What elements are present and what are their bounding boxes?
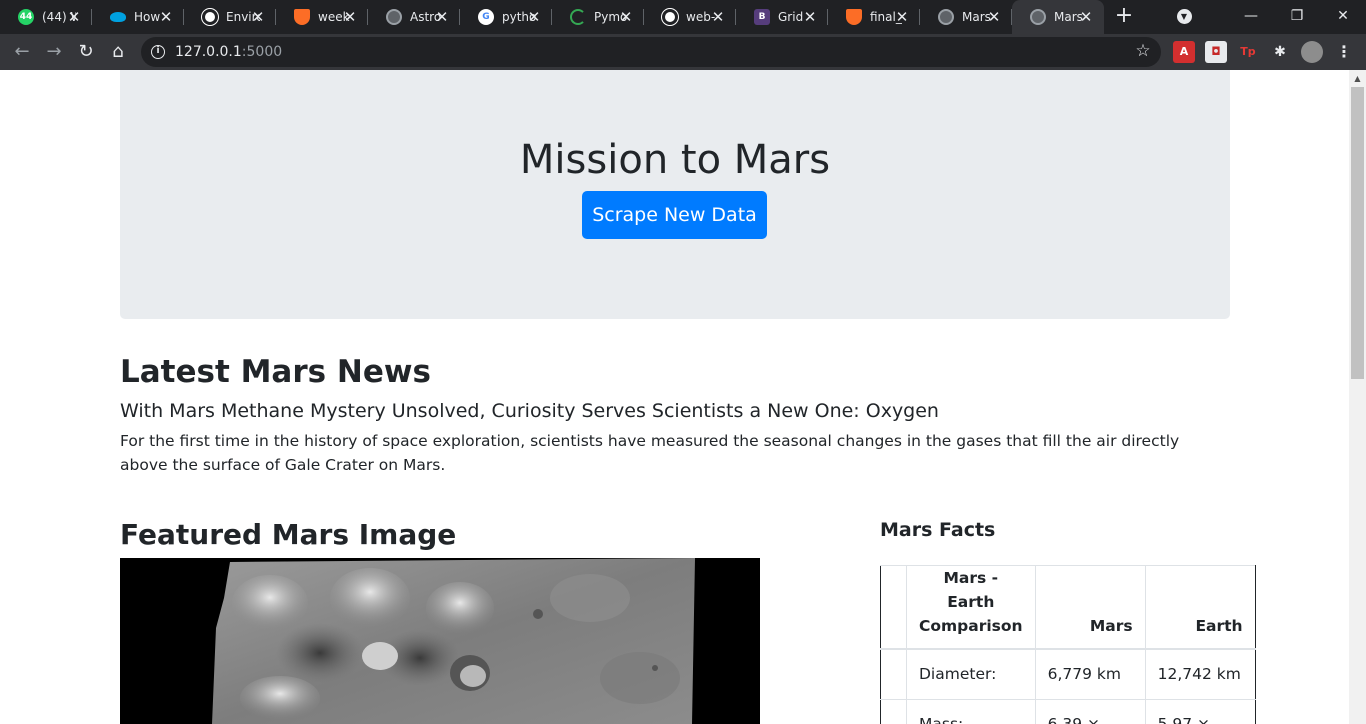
close-tab-icon[interactable]: ✕ — [986, 9, 1002, 25]
forward-button[interactable]: → — [38, 36, 70, 68]
close-tab-icon[interactable]: ✕ — [526, 9, 542, 25]
page-title: Mission to Mars — [519, 137, 831, 183]
table-row: Diameter: 6,779 km 12,742 km — [880, 648, 1256, 700]
google-icon: G — [478, 9, 494, 25]
page-scrollbar[interactable]: ▲ — [1349, 70, 1366, 724]
browser-tab[interactable]: Environment✕ — [184, 0, 276, 34]
browser-tab[interactable]: How ✕ — [92, 0, 184, 34]
tab-search-button[interactable]: ▼ — [1164, 0, 1204, 34]
scrape-new-data-button[interactable]: Scrape New Data — [582, 191, 767, 239]
cloud-icon — [110, 12, 126, 22]
url-text[interactable]: 127.0.0.1:5000 — [175, 44, 282, 60]
table-cell-mars: 6.39 × — [1034, 698, 1146, 724]
table-header-comparison: Mars - Earth Comparison — [906, 565, 1036, 650]
whatsapp-icon: 44 — [18, 9, 34, 25]
globe-icon — [1030, 9, 1046, 25]
close-tab-icon[interactable]: ✕ — [802, 9, 818, 25]
scroll-up-arrow-icon[interactable]: ▲ — [1349, 70, 1366, 87]
news-heading: Latest Mars News — [120, 354, 431, 390]
news-paragraph: For the first time in the history of spa… — [120, 432, 1180, 474]
featured-mars-image — [120, 558, 760, 724]
mars-crater-image — [212, 558, 695, 724]
gitlab-icon — [846, 9, 862, 25]
mars-facts-heading: Mars Facts — [880, 519, 996, 541]
back-button[interactable]: ← — [6, 36, 38, 68]
close-tab-icon[interactable]: ✕ — [1078, 9, 1094, 25]
menu-kebab-icon[interactable]: ⋮ — [1333, 41, 1355, 63]
table-cell-index — [880, 648, 907, 700]
table-cell-earth: 12,742 km — [1144, 648, 1256, 700]
table-header-mars: Mars — [1034, 565, 1146, 650]
browser-tab[interactable]: Pymongo✕ — [552, 0, 644, 34]
pocket-extension-icon[interactable]: ◘ — [1205, 41, 1227, 63]
globe-icon — [386, 9, 402, 25]
browser-tab[interactable]: web- ✕ — [644, 0, 736, 34]
news-title: With Mars Methane Mystery Unsolved, Curi… — [120, 400, 939, 422]
bootstrap-icon: B — [754, 9, 770, 25]
site-info-icon[interactable]: i — [151, 45, 165, 59]
table-header-earth: Earth — [1144, 565, 1256, 650]
scrollbar-thumb[interactable] — [1351, 87, 1364, 379]
reload-button[interactable]: ↻ — [70, 36, 102, 68]
table-header-index — [880, 565, 907, 650]
browser-tab-bar: 44(44) WhatsApp✕How✕Environment✕week✕Ast… — [0, 0, 1366, 34]
close-tab-icon[interactable]: ✕ — [618, 9, 634, 25]
puzzle-extensions-icon[interactable]: ✱ — [1269, 41, 1291, 63]
home-button[interactable]: ⌂ — [102, 36, 134, 68]
github-icon — [201, 8, 219, 26]
browser-tab[interactable]: 44(44) WhatsApp✕ — [0, 0, 92, 34]
window-controls: ▼ — ❐ ✕ — [1164, 0, 1366, 34]
browser-tab[interactable]: Gpython✕ — [460, 0, 552, 34]
loading-icon — [570, 9, 586, 25]
browser-tab[interactable]: B Grid ✕ — [736, 0, 828, 34]
browser-tab[interactable]: Astro ✕ — [368, 0, 460, 34]
close-tab-icon[interactable]: ✕ — [434, 9, 450, 25]
table-row: Mass: 6.39 × 5.97 × — [880, 698, 1256, 724]
table-cell-label: Mass: — [906, 698, 1036, 724]
close-tab-icon[interactable]: ✕ — [710, 9, 726, 25]
close-tab-icon[interactable]: ✕ — [342, 9, 358, 25]
browser-toolbar: ← → ↻ ⌂ i 127.0.0.1:5000 ☆ A ◘ Tp ✱ ⋮ — [0, 34, 1366, 70]
close-window-button[interactable]: ✕ — [1320, 0, 1366, 34]
minimize-button[interactable]: — — [1228, 0, 1274, 34]
mars-facts-table: Mars - Earth Comparison Mars Earth Diame… — [880, 565, 1256, 724]
url-port: :5000 — [241, 44, 283, 60]
table-cell-label: Diameter: — [906, 648, 1036, 700]
browser-tab[interactable]: final_ ✕ — [828, 0, 920, 34]
tp-extension-icon[interactable]: Tp — [1237, 41, 1259, 63]
table-cell-earth: 5.97 × — [1144, 698, 1256, 724]
browser-tab[interactable]: Mars ✕ — [1012, 0, 1104, 34]
table-cell-index — [880, 698, 907, 724]
address-bar[interactable]: i 127.0.0.1:5000 ☆ — [141, 37, 1161, 67]
bookmark-star-icon[interactable]: ☆ — [1133, 41, 1153, 61]
github-icon — [661, 8, 679, 26]
featured-image-heading: Featured Mars Image — [120, 518, 457, 551]
gitlab-icon — [294, 9, 310, 25]
new-tab-button[interactable]: + — [1104, 0, 1144, 34]
pdf-extension-icon[interactable]: A — [1173, 41, 1195, 63]
profile-avatar[interactable] — [1301, 41, 1323, 63]
close-tab-icon[interactable]: ✕ — [66, 9, 82, 25]
chevron-down-icon: ▼ — [1176, 8, 1192, 24]
globe-icon — [938, 9, 954, 25]
page-viewport: Mission to Mars Scrape New Data Latest M… — [0, 70, 1366, 724]
table-cell-mars: 6,779 km — [1034, 648, 1146, 700]
restore-button[interactable]: ❐ — [1274, 0, 1320, 34]
url-host: 127.0.0.1 — [175, 44, 242, 60]
browser-tab[interactable]: week ✕ — [276, 0, 368, 34]
browser-tab[interactable]: Mars ✕ — [920, 0, 1012, 34]
close-tab-icon[interactable]: ✕ — [250, 9, 266, 25]
close-tab-icon[interactable]: ✕ — [894, 9, 910, 25]
close-tab-icon[interactable]: ✕ — [158, 9, 174, 25]
table-header-row: Mars - Earth Comparison Mars Earth — [880, 565, 1256, 650]
jumbotron: Mission to Mars Scrape New Data — [120, 70, 1230, 319]
